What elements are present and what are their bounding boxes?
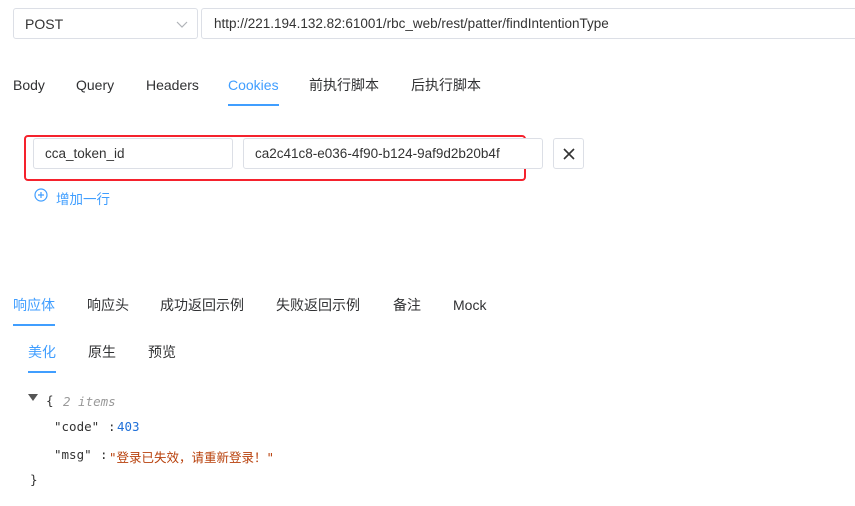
json-open-brace: { — [46, 393, 54, 408]
tab-preview[interactable]: 预览 — [148, 343, 176, 373]
json-item-count: 2 items — [63, 394, 116, 409]
json-key-msg: "msg" — [54, 447, 92, 462]
url-value: http://221.194.132.82:61001/rbc_web/rest… — [214, 16, 609, 31]
url-input[interactable]: http://221.194.132.82:61001/rbc_web/rest… — [201, 8, 855, 39]
cookie-name-input[interactable]: cca_token_id — [33, 138, 233, 169]
tab-mock[interactable]: Mock — [453, 296, 486, 326]
cookie-value-value: ca2c41c8-e036-4f90-b124-9af9d2b20b4f — [255, 146, 500, 161]
method-value: POST — [25, 16, 64, 32]
method-select[interactable]: POST — [13, 8, 198, 39]
json-key-code: "code" — [54, 419, 100, 434]
json-colon: : — [100, 447, 108, 462]
tab-beautify[interactable]: 美化 — [28, 343, 56, 373]
tab-pre-script[interactable]: 前执行脚本 — [309, 76, 379, 106]
json-close-brace: } — [30, 472, 38, 487]
json-colon: : — [108, 419, 116, 434]
tab-post-script[interactable]: 后执行脚本 — [411, 76, 481, 106]
tab-remarks[interactable]: 备注 — [393, 296, 421, 326]
delete-row-button[interactable] — [553, 138, 584, 169]
cookie-name-value: cca_token_id — [45, 146, 125, 161]
tab-body[interactable]: Body — [13, 76, 45, 106]
collapse-caret-icon[interactable] — [28, 394, 38, 402]
json-value-msg: "登录已失效，请重新登录！" — [109, 450, 275, 465]
tab-cookies[interactable]: Cookies — [228, 76, 279, 106]
close-icon — [563, 148, 575, 160]
tab-headers[interactable]: Headers — [146, 76, 199, 106]
cookie-value-input[interactable]: ca2c41c8-e036-4f90-b124-9af9d2b20b4f — [243, 138, 543, 169]
add-row-label: 增加一行 — [56, 192, 110, 207]
tab-raw[interactable]: 原生 — [88, 343, 116, 373]
tab-response-body[interactable]: 响应体 — [13, 296, 55, 326]
tab-success-example[interactable]: 成功返回示例 — [160, 296, 244, 326]
tab-query[interactable]: Query — [76, 76, 114, 106]
tab-response-headers[interactable]: 响应头 — [87, 296, 129, 326]
chevron-down-icon — [176, 21, 188, 28]
json-value-code: 403 — [117, 419, 140, 434]
plus-circle-icon — [34, 188, 48, 202]
tab-failure-example[interactable]: 失败返回示例 — [276, 296, 360, 326]
